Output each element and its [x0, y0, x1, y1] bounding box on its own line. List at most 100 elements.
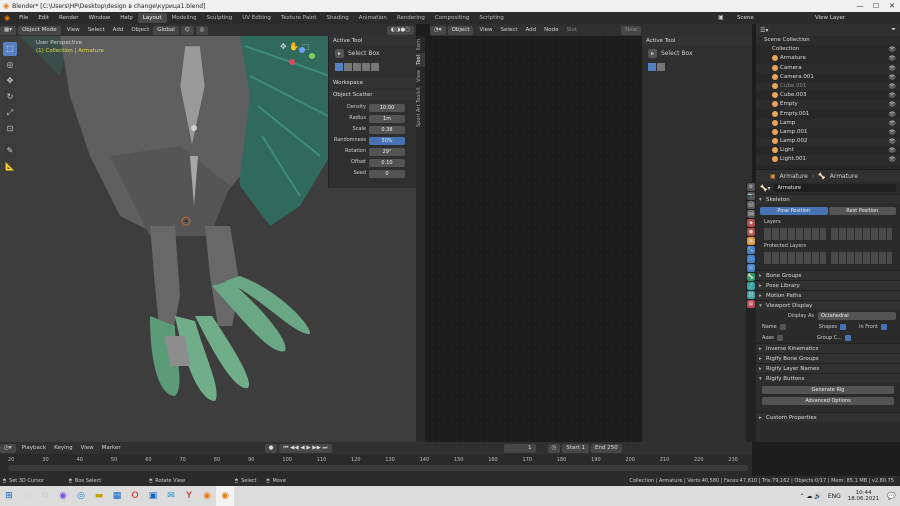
maximize-button[interactable]: ☐: [868, 0, 884, 12]
outliner-item[interactable]: Armature 👁: [756, 54, 900, 63]
viewport-display-section[interactable]: Viewport Display: [756, 300, 900, 311]
outliner-item[interactable]: Light 👁: [756, 146, 900, 155]
bone-layers-grid-2[interactable]: [830, 228, 892, 240]
datablock-icon[interactable]: 🦴▾: [760, 185, 770, 192]
visibility-eye-icon[interactable]: 👁: [888, 119, 896, 128]
annotate-tool-icon[interactable]: ✎: [3, 144, 17, 158]
shapes-checkbox[interactable]: [840, 323, 847, 330]
collection-visibility-icon[interactable]: 👁: [888, 45, 896, 54]
rotation-field[interactable]: 29°: [369, 147, 405, 156]
clock[interactable]: 10:44 18.06.2021: [844, 490, 884, 502]
viewport-menu-object[interactable]: Object: [127, 24, 153, 36]
rigify-layer-names-section[interactable]: Rigify Layer Names: [756, 363, 900, 374]
slot-dropdown[interactable]: Slot: [563, 24, 582, 36]
density-field[interactable]: 10.00: [369, 103, 405, 112]
task-view-icon[interactable]: ⧉: [36, 486, 54, 506]
visibility-eye-icon[interactable]: 👁: [888, 137, 896, 146]
outliner-scene-collection[interactable]: Scene Collection: [756, 36, 900, 46]
bone-layers-grid-1[interactable]: [764, 228, 826, 240]
tab-view[interactable]: View: [416, 67, 425, 84]
visibility-eye-icon[interactable]: 👁: [888, 100, 896, 109]
pose-position-button[interactable]: Pose Position: [760, 207, 828, 215]
viewport-menu-select[interactable]: Select: [84, 24, 109, 36]
visibility-eye-icon[interactable]: 👁: [888, 54, 896, 63]
select-box-icon[interactable]: ▸: [335, 49, 344, 58]
workspace-tab-texture-paint[interactable]: Texture Paint: [276, 13, 322, 23]
mode-dropdown[interactable]: Object Mode: [17, 25, 61, 35]
scale-field[interactable]: 0.38: [369, 125, 405, 134]
rigify-bone-groups-section[interactable]: Rigify Bone Groups: [756, 353, 900, 364]
outliner-item[interactable]: Camera 👁: [756, 63, 900, 73]
constraints-tab-icon[interactable]: ⛓: [747, 291, 755, 299]
workspace-tab-rendering[interactable]: Rendering: [392, 13, 430, 23]
tab-item[interactable]: Item: [416, 36, 425, 53]
tab-sport-art-toolkit[interactable]: Sport Art Toolkit: [416, 83, 425, 129]
select-box-tool-icon[interactable]: ⬚: [3, 42, 17, 56]
workspace-tab-layout[interactable]: Layout: [137, 13, 167, 23]
name-checkbox[interactable]: [779, 323, 786, 330]
select-mode-extend-icon[interactable]: [344, 63, 352, 71]
orientation-dropdown[interactable]: Global: [153, 25, 179, 35]
node-select-box-icon[interactable]: ▸: [648, 49, 657, 58]
file-explorer-icon[interactable]: ▬: [90, 486, 108, 506]
node-editor-type-button[interactable]: ◔▾: [430, 25, 446, 35]
generate-rig-button[interactable]: Generate Rig: [762, 386, 894, 394]
measure-tool-icon[interactable]: 📐: [3, 160, 17, 174]
physics-tab-icon[interactable]: ◎: [747, 264, 755, 272]
outliner-item[interactable]: Camera.001 👁: [756, 73, 900, 82]
node-menu-node[interactable]: Node: [540, 24, 562, 36]
workspace-tab-sculpting[interactable]: Sculpting: [202, 13, 238, 23]
bone-tab-icon[interactable]: ╱: [747, 282, 755, 290]
shading-buttons[interactable]: ◐◑●○: [386, 25, 414, 35]
outliner-item[interactable]: Lamp.001 👁: [756, 128, 900, 137]
edge-icon[interactable]: ◎: [72, 486, 90, 506]
object-scatter-header[interactable]: Object Scatter: [329, 90, 416, 100]
visibility-eye-icon[interactable]: 👁: [888, 73, 896, 82]
scale-tool-icon[interactable]: ⤢: [3, 106, 17, 120]
object-tab-icon[interactable]: ▣: [747, 237, 755, 245]
outliner-item[interactable]: Empty 👁: [756, 100, 900, 110]
new-material-button[interactable]: New: [621, 25, 642, 35]
outliner-collection[interactable]: Collection 👁: [756, 45, 900, 54]
visibility-eye-icon[interactable]: 👁: [888, 91, 896, 100]
menu-help[interactable]: Help: [115, 12, 138, 24]
blender-active-taskbar-icon[interactable]: ◉: [216, 486, 234, 506]
workspace-tab-animation[interactable]: Animation: [354, 13, 392, 23]
offset-field[interactable]: 0.10: [369, 158, 405, 167]
viewport-menu-view[interactable]: View: [63, 24, 84, 36]
advanced-options-button[interactable]: Advanced Options: [762, 397, 894, 405]
in-front-checkbox[interactable]: [880, 323, 887, 330]
navigation-icons[interactable]: ✥ ✋ ⬚: [280, 42, 320, 51]
outliner-item[interactable]: Cube.003 👁: [756, 91, 900, 100]
app-icon-2[interactable]: ▣: [144, 486, 162, 506]
outliner-item[interactable]: Lamp.002 👁: [756, 137, 900, 147]
radius-field[interactable]: 1m: [369, 114, 405, 123]
minimize-button[interactable]: —: [852, 0, 868, 12]
menu-window[interactable]: Window: [84, 12, 116, 24]
workspace-tab-compositing[interactable]: Compositing: [430, 13, 474, 23]
menu-render[interactable]: Render: [54, 12, 84, 24]
seed-field[interactable]: 0: [369, 169, 405, 178]
world-tab-icon[interactable]: ●: [747, 228, 755, 236]
outliner-item[interactable]: Light.001 👁: [756, 155, 900, 165]
inverse-kinematics-section[interactable]: Inverse Kinematics: [756, 343, 900, 354]
scene-icon[interactable]: ▣: [718, 14, 724, 21]
menu-edit[interactable]: Edit: [33, 12, 54, 24]
outliner-filter-icon[interactable]: ⏷: [891, 26, 896, 34]
rigify-buttons-section[interactable]: Rigify Buttons: [756, 373, 900, 384]
app-icon-1[interactable]: ◉: [54, 486, 72, 506]
outliner-item[interactable]: Lamp 👁: [756, 118, 900, 128]
visibility-eye-icon[interactable]: 👁: [888, 128, 896, 137]
blender-menu-icon[interactable]: ◉: [0, 14, 14, 22]
cursor-tool-icon[interactable]: ◎: [3, 58, 17, 72]
windows-start-icon[interactable]: ⊞: [0, 486, 18, 506]
timeline-scrollbar[interactable]: [8, 465, 748, 471]
visibility-eye-icon[interactable]: 👁: [888, 155, 896, 164]
timeline[interactable]: ◷▾ Playback Keying View Marker ● ⏮ ◀◀ ◀ …: [0, 442, 752, 476]
store-icon[interactable]: ▦: [108, 486, 126, 506]
select-mode-invert-icon[interactable]: [362, 63, 370, 71]
tab-tool[interactable]: Tool: [416, 52, 425, 68]
app-icon-3[interactable]: ✉: [162, 486, 180, 506]
visibility-eye-icon[interactable]: 👁: [888, 110, 896, 119]
axes-checkbox[interactable]: [776, 334, 783, 341]
